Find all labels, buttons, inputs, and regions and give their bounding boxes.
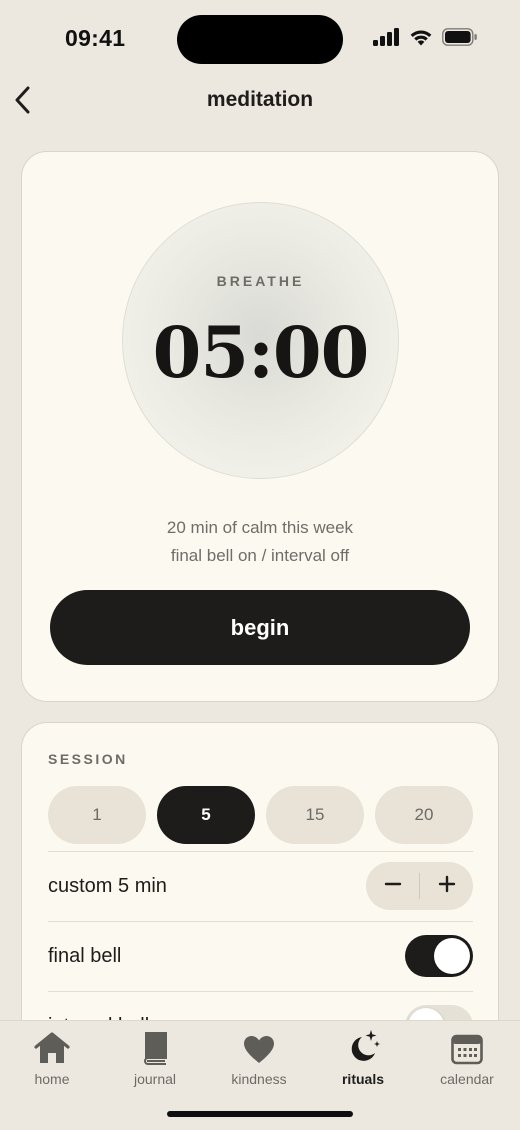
begin-button[interactable]: begin [50, 590, 470, 665]
bell-settings-summary: final bell on / interval off [170, 546, 350, 565]
tab-rituals[interactable]: rituals [318, 1027, 408, 1089]
custom-duration-stepper [366, 862, 473, 910]
tab-calendar[interactable]: calendar [422, 1027, 512, 1089]
minus-icon [384, 875, 402, 898]
custom-duration-row: custom 5 min [48, 851, 473, 921]
duration-chip-1[interactable]: 1 [48, 786, 146, 844]
decrement-button[interactable] [366, 862, 419, 910]
page-title: meditation [206, 88, 314, 111]
toggle-knob [434, 938, 470, 974]
duration-chip-20[interactable]: 20 [375, 786, 473, 844]
custom-duration-label: custom 5 min [48, 874, 167, 897]
duration-selector: 1 5 15 20 [48, 786, 473, 844]
tab-home-label: home [34, 1071, 70, 1087]
final-bell-toggle[interactable] [405, 935, 473, 977]
tab-kindness-label: kindness [231, 1071, 287, 1087]
wifi-icon [409, 28, 433, 46]
timer-card: BREATHE 05:00 20 min of calm this week f… [21, 151, 499, 702]
timer-value: 05:00 [152, 311, 370, 394]
duration-chip-15[interactable]: 15 [266, 786, 364, 844]
weekly-calm-stat: 20 min of calm this week [166, 518, 354, 537]
status-time: 09:41 [65, 25, 126, 51]
tab-home[interactable]: home [7, 1027, 97, 1089]
tab-journal[interactable]: journal [110, 1027, 200, 1089]
session-section-label: SESSION [48, 751, 128, 767]
home-indicator [167, 1111, 353, 1117]
house-icon [33, 1027, 71, 1065]
status-bar: 09:41 [0, 0, 520, 78]
heart-icon [243, 1027, 275, 1065]
dynamic-island [177, 15, 343, 64]
plus-icon [438, 875, 456, 898]
tab-calendar-label: calendar [440, 1071, 494, 1087]
final-bell-label: final bell [48, 944, 122, 967]
calendar-icon [451, 1027, 483, 1065]
battery-icon [442, 28, 478, 46]
increment-button[interactable] [420, 862, 473, 910]
final-bell-row: final bell [48, 921, 473, 991]
signal-icon [373, 28, 400, 46]
tab-kindness[interactable]: kindness [214, 1027, 304, 1089]
duration-chip-5[interactable]: 5 [157, 786, 255, 844]
nav-bar: meditation [0, 78, 520, 124]
breathe-label: BREATHE [216, 273, 305, 289]
tab-journal-label: journal [133, 1071, 177, 1087]
moon-stars-icon [345, 1027, 381, 1065]
timer-circle: BREATHE 05:00 [122, 202, 399, 479]
tab-rituals-label: rituals [341, 1071, 384, 1087]
book-icon [141, 1027, 169, 1065]
status-icons [373, 28, 478, 46]
